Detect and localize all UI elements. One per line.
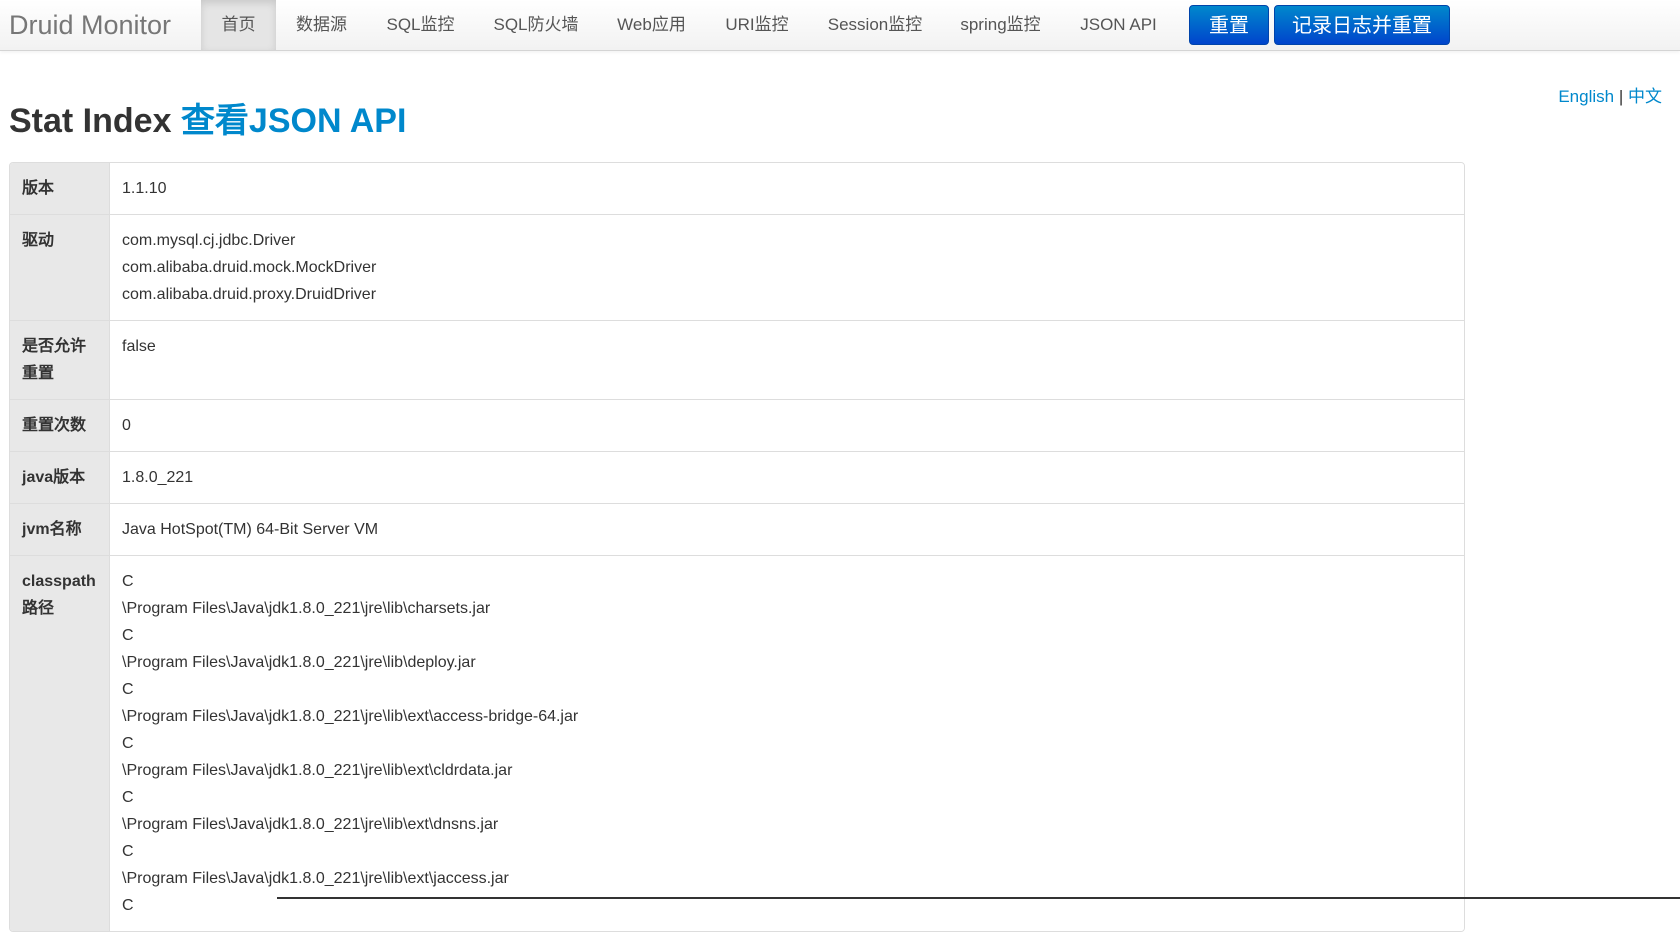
value-line: Java HotSpot(TM) 64-Bit Server VM	[122, 521, 379, 538]
nav-spring-monitor[interactable]: spring监控	[941, 0, 1060, 50]
nav-sql-monitor[interactable]: SQL监控	[367, 0, 474, 50]
row-value-classpath: C \Program Files\Java\jdk1.8.0_221\jre\l…	[109, 555, 1464, 931]
row-value-driver: com.mysql.cj.jdbc.Driver com.alibaba.dru…	[109, 214, 1464, 320]
row-value-java-version: 1.8.0_221	[109, 451, 1464, 503]
nav-session-monitor[interactable]: Session监控	[809, 0, 941, 50]
nav-uri-monitor[interactable]: URI监控	[705, 0, 809, 50]
row-label-reset-count: 重置次数	[10, 399, 109, 451]
page-title-text: Stat Index	[9, 102, 172, 140]
value-line: C	[122, 573, 134, 590]
lang-separator: |	[1618, 87, 1624, 106]
value-line: com.alibaba.druid.mock.MockDriver	[122, 259, 377, 276]
value-line: C	[122, 627, 134, 644]
top-navbar: Druid Monitor 首页 数据源 SQL监控 SQL防火墙 Web应用 …	[0, 0, 1680, 51]
table-row: jvm名称 Java HotSpot(TM) 64-Bit Server VM	[10, 503, 1464, 555]
value-line: 1.8.0_221	[122, 469, 194, 486]
nav-home[interactable]: 首页	[201, 0, 276, 50]
value-line: \Program Files\Java\jdk1.8.0_221\jre\lib…	[122, 816, 499, 833]
page-title: Stat Index 查看JSON API	[9, 96, 406, 146]
row-value-jvm-name: Java HotSpot(TM) 64-Bit Server VM	[109, 503, 1464, 555]
nav-web-app[interactable]: Web应用	[598, 0, 705, 50]
value-line: C	[122, 789, 134, 806]
row-label-classpath: classpath路径	[10, 555, 109, 931]
value-line: \Program Files\Java\jdk1.8.0_221\jre\lib…	[122, 708, 579, 725]
value-line: \Program Files\Java\jdk1.8.0_221\jre\lib…	[122, 762, 513, 779]
table-row: 版本 1.1.10	[10, 163, 1464, 214]
value-line: false	[122, 338, 156, 355]
value-line: com.mysql.cj.jdbc.Driver	[122, 232, 296, 249]
row-label-reset-enabled: 是否允许重置	[10, 320, 109, 399]
row-label-jvm-name: jvm名称	[10, 503, 109, 555]
value-line: C	[122, 681, 134, 698]
table-row: 驱动 com.mysql.cj.jdbc.Driver com.alibaba.…	[10, 214, 1464, 320]
value-line: \Program Files\Java\jdk1.8.0_221\jre\lib…	[122, 600, 491, 617]
row-value-version: 1.1.10	[109, 163, 1464, 214]
lang-english-link[interactable]: English	[1558, 87, 1614, 106]
value-line: \Program Files\Java\jdk1.8.0_221\jre\lib…	[122, 654, 476, 671]
lang-chinese-link[interactable]: 中文	[1628, 87, 1662, 106]
row-value-reset-count: 0	[109, 399, 1464, 451]
row-value-reset-enabled: false	[109, 320, 1464, 399]
nav-datasource[interactable]: 数据源	[276, 0, 367, 50]
table-row: 是否允许重置 false	[10, 320, 1464, 399]
table-row: 重置次数 0	[10, 399, 1464, 451]
nav-sql-firewall[interactable]: SQL防火墙	[474, 0, 598, 50]
row-label-driver: 驱动	[10, 214, 109, 320]
nav-json-api[interactable]: JSON API	[1060, 0, 1177, 50]
value-line: C	[122, 843, 134, 860]
reset-button[interactable]: 重置	[1189, 5, 1269, 45]
value-line: C	[122, 735, 134, 752]
log-and-reset-button[interactable]: 记录日志并重置	[1274, 5, 1450, 45]
language-switcher: English | 中文	[1558, 82, 1662, 107]
value-line: com.alibaba.druid.proxy.DruidDriver	[122, 286, 377, 303]
table-row: classpath路径 C \Program Files\Java\jdk1.8…	[10, 555, 1464, 931]
stat-index-table: 版本 1.1.10 驱动 com.mysql.cj.jdbc.Driver co…	[9, 162, 1465, 932]
value-line: 1.1.10	[122, 180, 167, 197]
value-line: \Program Files\Java\jdk1.8.0_221\jre\lib…	[122, 870, 509, 887]
row-label-version: 版本	[10, 163, 109, 214]
row-label-java-version: java版本	[10, 451, 109, 503]
value-line: 0	[122, 417, 131, 434]
view-json-api-link[interactable]: 查看JSON API	[181, 102, 406, 140]
brand-logo[interactable]: Druid Monitor	[9, 9, 171, 41]
table-row: java版本 1.8.0_221	[10, 451, 1464, 503]
